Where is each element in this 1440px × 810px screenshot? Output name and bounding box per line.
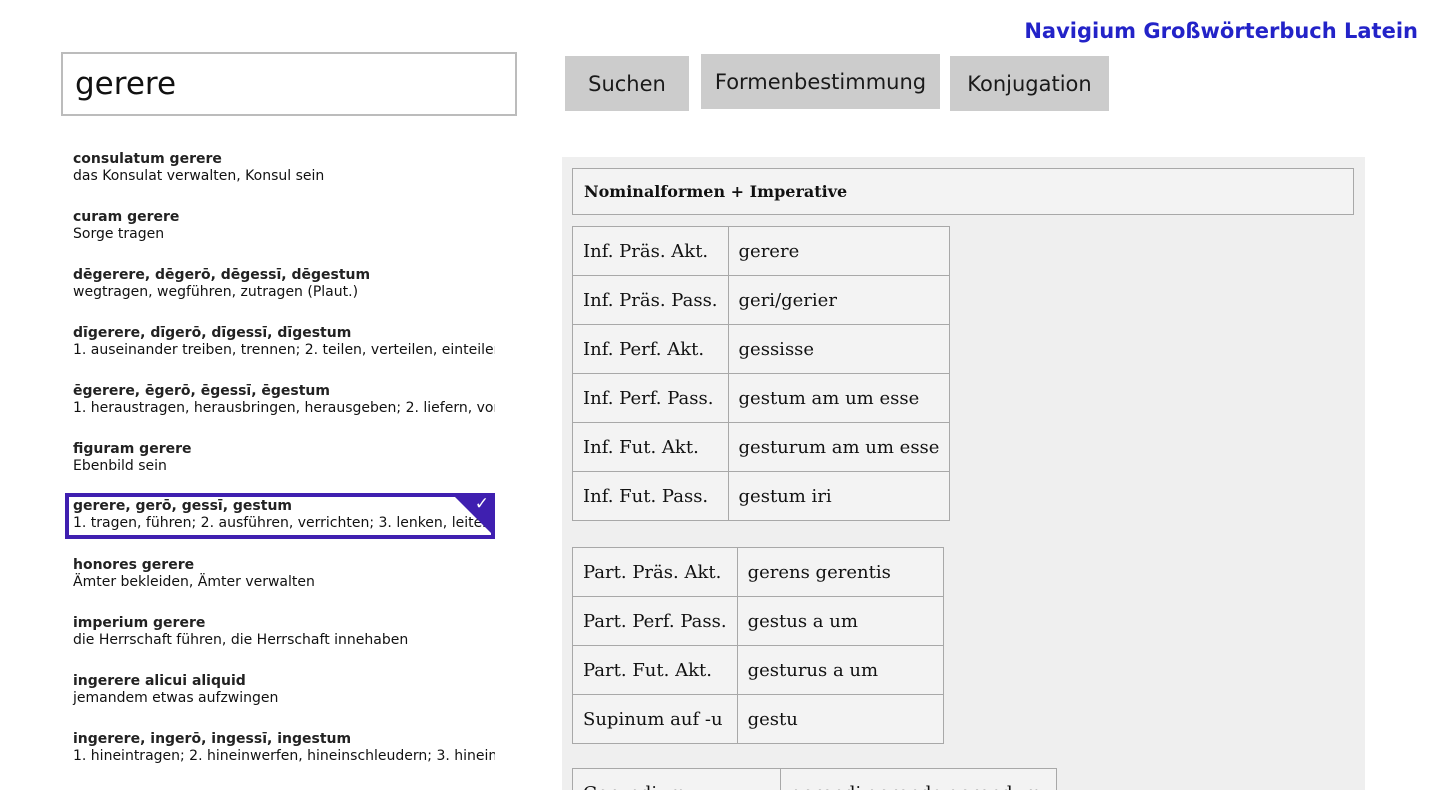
result-meaning: 1. auseinander treiben, trennen; 2. teil… <box>73 342 495 358</box>
table-row: Gerundium gerendi gerendo gerendum <box>572 768 1057 790</box>
form-label: Inf. Präs. Akt. <box>572 226 729 276</box>
form-label: Part. Präs. Akt. <box>572 547 738 597</box>
result-meaning: Ebenbild sein <box>73 458 167 474</box>
form-value: gestus a um <box>736 596 944 646</box>
list-item-selected[interactable]: gerere, gerō, gessī, gestum 1. tragen, f… <box>65 493 495 539</box>
table-row: Inf. Fut. Akt. gesturum am um esse <box>572 422 951 472</box>
table-row: Supinum auf -u gestu <box>572 694 944 744</box>
form-label: Part. Fut. Akt. <box>572 645 738 695</box>
form-label: Gerundium <box>572 768 781 790</box>
form-value: geri/gerier <box>727 275 951 325</box>
form-label: Inf. Fut. Akt. <box>572 422 729 472</box>
form-label: Supinum auf -u <box>572 694 738 744</box>
gerund-table: Gerundium gerendi gerendo gerendum <box>572 768 1057 790</box>
list-item[interactable]: dīgerere, dīgerō, dīgessī, dīgestum 1. a… <box>65 324 495 370</box>
table-row: Inf. Präs. Pass. geri/gerier <box>572 275 951 325</box>
form-value: gerendi gerendo gerendum <box>780 768 1057 790</box>
form-label: Inf. Perf. Pass. <box>572 373 729 423</box>
result-lemma: ingerere alicui aliquid <box>73 673 246 689</box>
form-label: Inf. Präs. Pass. <box>572 275 729 325</box>
result-lemma: curam gerere <box>73 209 180 225</box>
form-value: gesturus a um <box>736 645 944 695</box>
result-meaning: jemandem etwas aufzwingen <box>73 690 279 706</box>
form-value: gerere <box>727 226 951 276</box>
result-meaning: 1. tragen, führen; 2. ausführen, verrich… <box>73 515 495 531</box>
result-lemma: honores gerere <box>73 557 195 573</box>
result-lemma: figuram gerere <box>73 441 192 457</box>
list-item[interactable]: dēgerere, dēgerō, dēgessī, dēgestum wegt… <box>65 266 495 312</box>
form-label: Part. Perf. Pass. <box>572 596 738 646</box>
section-header: Nominalformen + Imperative <box>572 168 1354 215</box>
result-meaning: das Konsulat verwalten, Konsul sein <box>73 168 325 184</box>
list-item[interactable]: figuram gerere Ebenbild sein <box>65 440 495 486</box>
table-row: Inf. Perf. Akt. gessisse <box>572 324 951 374</box>
table-row: Part. Perf. Pass. gestus a um <box>572 596 944 646</box>
result-lemma: consulatum gerere <box>73 151 222 167</box>
form-value: gestu <box>736 694 944 744</box>
result-meaning: 1. hineintragen; 2. hineinwerfen, hinein… <box>73 748 495 764</box>
result-lemma: ēgerere, ēgerō, ēgessī, ēgestum <box>73 383 330 399</box>
result-lemma: dēgerere, dēgerō, dēgessī, dēgestum <box>73 267 371 283</box>
table-row: Inf. Perf. Pass. gestum am um esse <box>572 373 951 423</box>
result-lemma: imperium gerere <box>73 615 206 631</box>
result-meaning: die Herrschaft führen, die Herrschaft in… <box>73 632 409 648</box>
checkmark-icon: ✓ <box>474 494 489 514</box>
conjugation-button[interactable]: Konjugation <box>950 56 1109 111</box>
list-item[interactable]: ingerere alicui aliquid jemandem etwas a… <box>65 672 495 718</box>
participle-table: Part. Präs. Akt. gerens gerentis Part. P… <box>572 547 944 744</box>
list-item[interactable]: curam gerere Sorge tragen <box>65 208 495 254</box>
table-row: Part. Fut. Akt. gesturus a um <box>572 645 944 695</box>
search-input[interactable] <box>61 52 517 116</box>
list-item[interactable]: ēgerere, ēgerō, ēgessī, ēgestum 1. herau… <box>65 382 495 428</box>
result-meaning: wegtragen, wegführen, zutragen (Plaut.) <box>73 284 359 300</box>
result-meaning: Sorge tragen <box>73 226 165 242</box>
form-label: Inf. Fut. Pass. <box>572 471 729 521</box>
form-value: gestum iri <box>727 471 951 521</box>
result-list[interactable]: consulatum gerere das Konsulat verwalten… <box>62 150 502 810</box>
form-value: gerens gerentis <box>736 547 944 597</box>
list-item[interactable]: imperium gerere die Herrschaft führen, d… <box>65 614 495 660</box>
form-value: gessisse <box>727 324 951 374</box>
table-row: Inf. Fut. Pass. gestum iri <box>572 471 951 521</box>
list-item[interactable]: honores gerere Ämter bekleiden, Ämter ve… <box>65 556 495 602</box>
form-value: gesturum am um esse <box>727 422 951 472</box>
table-row: Part. Präs. Akt. gerens gerentis <box>572 547 944 597</box>
table-row: Inf. Präs. Akt. gerere <box>572 226 951 276</box>
forms-button[interactable]: Formenbestimmung <box>701 54 940 109</box>
list-item[interactable]: consulatum gerere das Konsulat verwalten… <box>65 150 495 196</box>
app-title: Navigium Großwörterbuch Latein <box>1024 19 1418 43</box>
result-meaning: Ämter bekleiden, Ämter verwalten <box>73 574 315 590</box>
result-meaning: 1. heraustragen, herausbringen, herausge… <box>73 400 495 416</box>
list-item[interactable]: ingerere, ingerō, ingessī, ingestum 1. h… <box>65 730 495 776</box>
result-lemma: ingerere, ingerō, ingessī, ingestum <box>73 731 352 747</box>
form-value: gestum am um esse <box>727 373 951 423</box>
result-lemma: gerere, gerō, gessī, gestum <box>73 498 293 514</box>
form-label: Inf. Perf. Akt. <box>572 324 729 374</box>
search-button[interactable]: Suchen <box>565 56 689 111</box>
result-lemma: dīgerere, dīgerō, dīgessī, dīgestum <box>73 325 352 341</box>
infinitive-table: Inf. Präs. Akt. gerere Inf. Präs. Pass. … <box>572 226 951 521</box>
forms-panel[interactable]: Nominalformen + Imperative Inf. Präs. Ak… <box>562 157 1365 790</box>
